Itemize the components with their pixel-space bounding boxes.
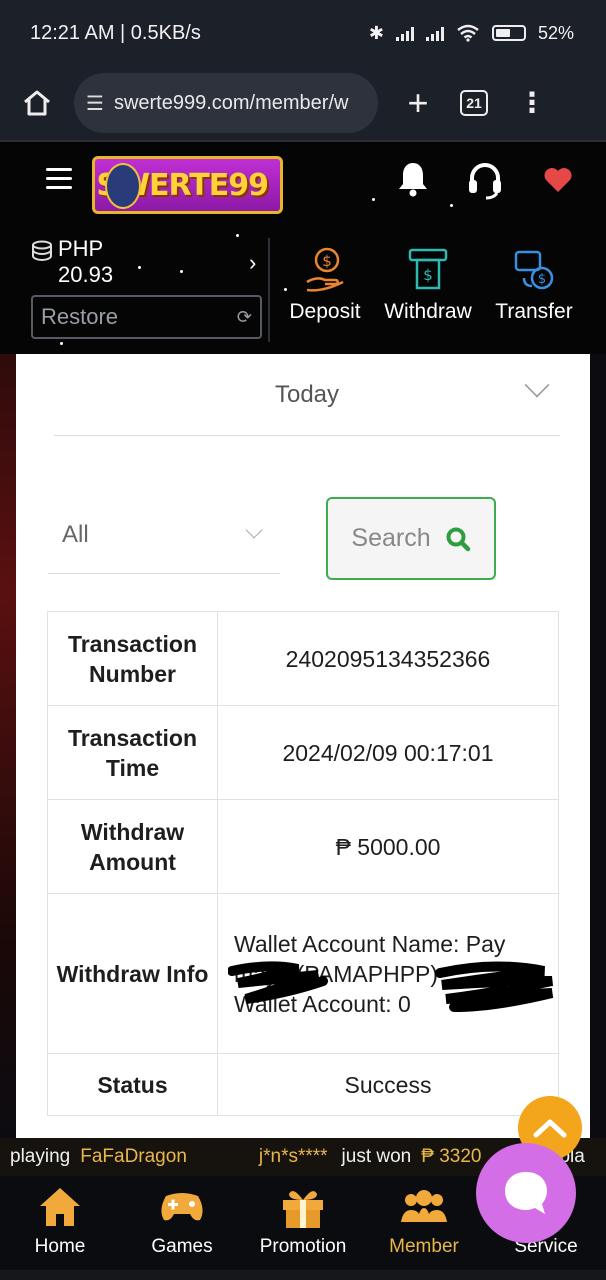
bell-icon[interactable] bbox=[396, 160, 430, 198]
transaction-detail-panel: Today All Search Transaction Number 2402… bbox=[16, 354, 590, 1142]
chevron-right-icon[interactable]: › bbox=[249, 250, 256, 276]
transfer-label: Transfer bbox=[495, 300, 573, 323]
status-bar: 12:21 AM | 0.5KB/s ✱ 52% bbox=[0, 0, 606, 66]
svg-text:$: $ bbox=[538, 272, 546, 287]
atm-icon: $ bbox=[408, 248, 448, 290]
browser-toolbar: ☰ swerte999.com/member/w + 21 ⋮ bbox=[0, 66, 606, 140]
deposit-label: Deposit bbox=[289, 300, 361, 323]
wallet-bar: PHP 20.93 › Restore ⟳ $ Deposit $ Withdr… bbox=[0, 220, 606, 354]
ticker-text: just won bbox=[341, 1146, 412, 1167]
redaction-scribble bbox=[228, 961, 328, 1004]
nav-home[interactable]: Home bbox=[0, 1184, 120, 1258]
signal-icon bbox=[395, 25, 414, 41]
transaction-table: Transaction Number 2402095134352366 Tran… bbox=[47, 611, 559, 1116]
nav-label: Games bbox=[151, 1236, 213, 1257]
search-label: Search bbox=[351, 524, 431, 552]
site-logo[interactable]: SWERTE99 bbox=[92, 156, 283, 214]
chat-bubble-icon bbox=[505, 1172, 547, 1214]
row-label: Withdraw Info bbox=[47, 893, 218, 1054]
table-row: Transaction Time 2024/02/09 00:17:01 bbox=[47, 705, 559, 800]
transaction-type-value: All bbox=[62, 520, 89, 548]
transfer-icon: $ bbox=[514, 250, 554, 290]
signal-icon-2 bbox=[425, 25, 444, 41]
restore-button[interactable]: Restore ⟳ bbox=[31, 295, 262, 339]
deposit-button[interactable]: $ Deposit bbox=[275, 246, 375, 324]
hamburger-menu-icon[interactable] bbox=[46, 168, 72, 195]
nav-member[interactable]: Member bbox=[364, 1184, 484, 1258]
nav-label: Member bbox=[389, 1236, 459, 1257]
url-bar[interactable]: ☰ swerte999.com/member/w bbox=[74, 73, 378, 133]
search-button[interactable]: Search bbox=[326, 497, 496, 580]
battery-level: 52% bbox=[537, 22, 574, 43]
coins-icon bbox=[32, 240, 52, 262]
site-settings-icon[interactable]: ☰ bbox=[86, 91, 104, 116]
currency-label: PHP bbox=[58, 236, 104, 261]
status-value: Success bbox=[217, 1053, 559, 1116]
nav-games[interactable]: Games bbox=[122, 1184, 242, 1258]
ticker-game: FaFaDragon bbox=[80, 1146, 187, 1167]
transaction-time: 2024/02/09 00:17:01 bbox=[217, 705, 559, 800]
transaction-type-select[interactable]: All bbox=[48, 496, 280, 574]
gift-icon bbox=[283, 1191, 323, 1228]
status-time: 12:21 AM | 0.5KB/s bbox=[30, 21, 201, 44]
logo-mascot-icon bbox=[105, 163, 141, 209]
live-chat-button[interactable] bbox=[476, 1143, 576, 1243]
transaction-number: 2402095134352366 bbox=[217, 611, 559, 706]
row-label: Status bbox=[47, 1053, 218, 1116]
url-text: swerte999.com/member/w bbox=[113, 91, 349, 114]
battery-icon bbox=[491, 25, 526, 41]
withdraw-amount: ₱ 5000.00 bbox=[217, 799, 559, 894]
browser-home-button[interactable] bbox=[0, 66, 74, 140]
ticker-user: j*n*s**** bbox=[258, 1146, 328, 1167]
withdraw-button[interactable]: $ Withdraw bbox=[378, 246, 478, 324]
restore-label: Restore bbox=[41, 304, 119, 329]
nav-label: Promotion bbox=[259, 1236, 347, 1257]
system-nav-bar bbox=[0, 1270, 606, 1280]
nav-promotion[interactable]: Promotion bbox=[243, 1184, 363, 1258]
bluetooth-icon: ✱ bbox=[368, 22, 384, 43]
table-row: Status Success bbox=[47, 1053, 559, 1116]
chevron-down-icon bbox=[524, 372, 550, 398]
date-range-value: Today bbox=[274, 380, 340, 408]
date-range-select[interactable]: Today bbox=[54, 354, 560, 436]
home-icon bbox=[40, 1188, 80, 1226]
home-outline-icon bbox=[24, 90, 50, 116]
ticker-amount: ₱ 3320 bbox=[421, 1146, 482, 1167]
tab-switcher-button[interactable]: 21 bbox=[460, 90, 488, 116]
table-row: Withdraw Amount ₱ 5000.00 bbox=[47, 799, 559, 894]
refresh-icon: ⟳ bbox=[236, 306, 252, 327]
transfer-button[interactable]: $ Transfer bbox=[484, 246, 584, 324]
nav-label: Home bbox=[34, 1236, 86, 1257]
row-label: Transaction Time bbox=[47, 705, 218, 800]
wallet-balance: 20.93 bbox=[58, 262, 114, 287]
withdraw-label: Withdraw bbox=[384, 300, 472, 323]
row-label: Withdraw Amount bbox=[47, 799, 218, 894]
browser-menu-button[interactable]: ⋮ bbox=[502, 89, 562, 117]
search-icon bbox=[446, 527, 470, 551]
members-icon bbox=[401, 1190, 447, 1222]
new-tab-button[interactable]: + bbox=[378, 82, 458, 124]
chevron-down-icon bbox=[245, 521, 263, 539]
ticker-text: playing bbox=[10, 1146, 71, 1167]
redaction-scribble bbox=[435, 961, 554, 1012]
customer-support-icon[interactable] bbox=[466, 160, 504, 200]
gamepad-icon bbox=[161, 1193, 203, 1221]
heart-icon[interactable] bbox=[543, 166, 573, 194]
svg-text:$: $ bbox=[322, 252, 332, 270]
chevron-up-icon bbox=[533, 1119, 567, 1138]
svg-text:$: $ bbox=[423, 266, 433, 284]
deposit-icon: $ bbox=[306, 247, 344, 292]
table-row: Transaction Number 2402095134352366 bbox=[47, 611, 559, 706]
wifi-icon bbox=[457, 24, 479, 42]
wallet-name-line1: Wallet Account Name: Pay bbox=[234, 930, 506, 957]
site-header: SWERTE99 bbox=[0, 140, 606, 220]
row-label: Transaction Number bbox=[47, 611, 218, 706]
